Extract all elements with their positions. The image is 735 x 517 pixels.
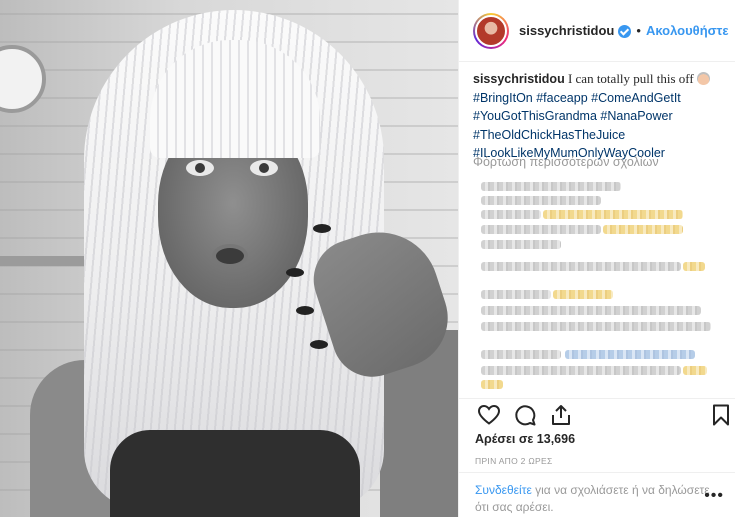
login-link[interactable]: Συνδεθείτε xyxy=(475,483,532,497)
likes-count[interactable]: Αρέσει σε 13,696 xyxy=(475,432,575,446)
blurred-comment-line xyxy=(481,262,681,271)
header-username[interactable]: sissychristidou xyxy=(519,23,614,38)
bookmark-icon[interactable] xyxy=(709,403,733,427)
blurred-comment-line xyxy=(481,350,561,359)
blurred-comment-line xyxy=(481,322,711,331)
blurred-comment-line xyxy=(683,262,705,271)
more-options-button[interactable]: ••• xyxy=(704,487,724,504)
blurred-comment-line xyxy=(481,240,561,249)
avatar-story-ring[interactable] xyxy=(473,12,509,49)
blurred-comment-line xyxy=(481,182,621,191)
blurred-comment-line xyxy=(543,210,683,219)
blurred-comments xyxy=(473,178,735,393)
blurred-comment-line xyxy=(481,290,551,299)
comment-icon[interactable] xyxy=(513,403,537,427)
action-bar xyxy=(459,398,735,430)
grandma-emoji-icon xyxy=(696,72,710,85)
heart-icon[interactable] xyxy=(477,403,501,427)
share-icon[interactable] xyxy=(549,403,573,427)
left-eye xyxy=(186,160,214,176)
blurred-comment-line xyxy=(683,366,707,375)
blurred-comment-line xyxy=(565,350,695,359)
verified-badge-icon xyxy=(618,25,632,38)
blurred-comment-line xyxy=(481,366,681,375)
blurred-comment-line xyxy=(481,380,503,389)
login-footer: Συνδεθείτε για να σχολιάσετε ή να δηλώσε… xyxy=(459,472,735,517)
post-photo[interactable] xyxy=(0,0,458,517)
open-mouth xyxy=(212,244,248,268)
post-header: sissychristidou • Ακολουθήστε xyxy=(459,0,735,62)
fingernail xyxy=(313,224,331,233)
blurred-comment-line xyxy=(481,306,701,315)
blurred-comment-line xyxy=(481,196,601,205)
caption-username[interactable]: sissychristidou xyxy=(473,72,565,86)
hashtag-line[interactable]: #YouGotThisGrandma #NanaPower xyxy=(473,107,728,126)
blurred-comment-line xyxy=(481,225,601,234)
fingernail xyxy=(296,306,314,315)
post-caption: sissychristidou I can totally pull this … xyxy=(473,70,728,163)
avatar[interactable] xyxy=(475,14,507,47)
post-sidebar: sissychristidou • Ακολουθήστε sissychris… xyxy=(458,0,735,517)
hashtag-line[interactable]: #BringItOn #faceapp #ComeAndGetIt xyxy=(473,89,728,108)
header-separator: • xyxy=(636,23,641,38)
fingernail xyxy=(286,268,304,277)
blurred-comment-line xyxy=(481,210,541,219)
post-timestamp[interactable]: ΠΡΙΝ ΑΠΟ 2 ΩΡΕΣ xyxy=(475,456,553,466)
follow-button[interactable]: Ακολουθήστε xyxy=(646,23,729,38)
right-eye xyxy=(250,160,278,176)
caption-text: I can totally pull this off xyxy=(567,71,694,86)
blurred-comment-line xyxy=(553,290,613,299)
hashtag-line[interactable]: #TheOldChickHasTheJuice xyxy=(473,126,728,145)
load-more-comments-link[interactable]: Φόρτωση περισσότερων σχολίων xyxy=(473,155,659,169)
fingernail xyxy=(310,340,328,349)
clothing-top xyxy=(110,430,360,517)
blurred-comment-line xyxy=(603,225,683,234)
